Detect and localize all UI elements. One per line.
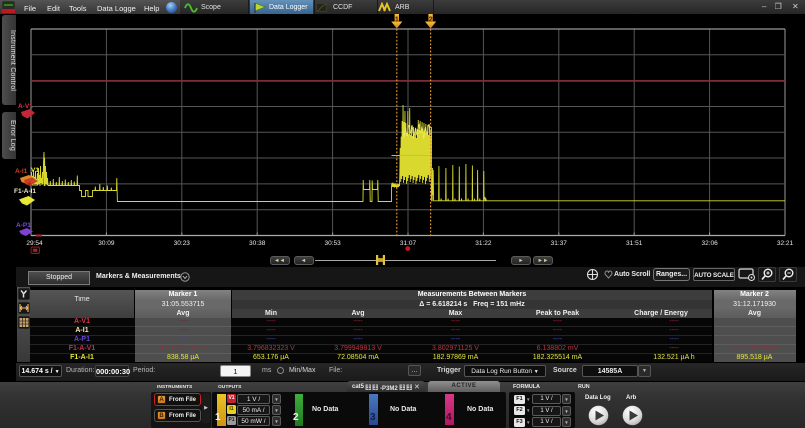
svg-text:30:53: 30:53 (324, 240, 341, 247)
svg-text:29:54: 29:54 (26, 240, 43, 247)
svg-text:31:51: 31:51 (626, 240, 643, 247)
svg-text:31:37: 31:37 (551, 240, 568, 247)
svg-text:A-P1: A-P1 (16, 222, 31, 229)
svg-text:32:21: 32:21 (777, 240, 794, 247)
svg-text:31:07: 31:07 (400, 240, 417, 247)
svg-text:A-I1: A-I1 (15, 168, 28, 175)
svg-text:30:23: 30:23 (174, 240, 191, 247)
svg-text:32:06: 32:06 (701, 240, 718, 247)
svg-text:-P3M2: -P3M2 (380, 385, 398, 390)
svg-text:F1-A-I1: F1-A-I1 (14, 188, 36, 195)
svg-text:31:22: 31:22 (475, 240, 492, 247)
svg-text:1: 1 (395, 15, 399, 24)
svg-text:30:38: 30:38 (249, 240, 266, 247)
svg-text:A-V1: A-V1 (18, 103, 33, 110)
svg-text:V1: V1 (31, 167, 39, 174)
svg-text:2: 2 (429, 15, 433, 24)
svg-text:30:09: 30:09 (98, 240, 115, 247)
